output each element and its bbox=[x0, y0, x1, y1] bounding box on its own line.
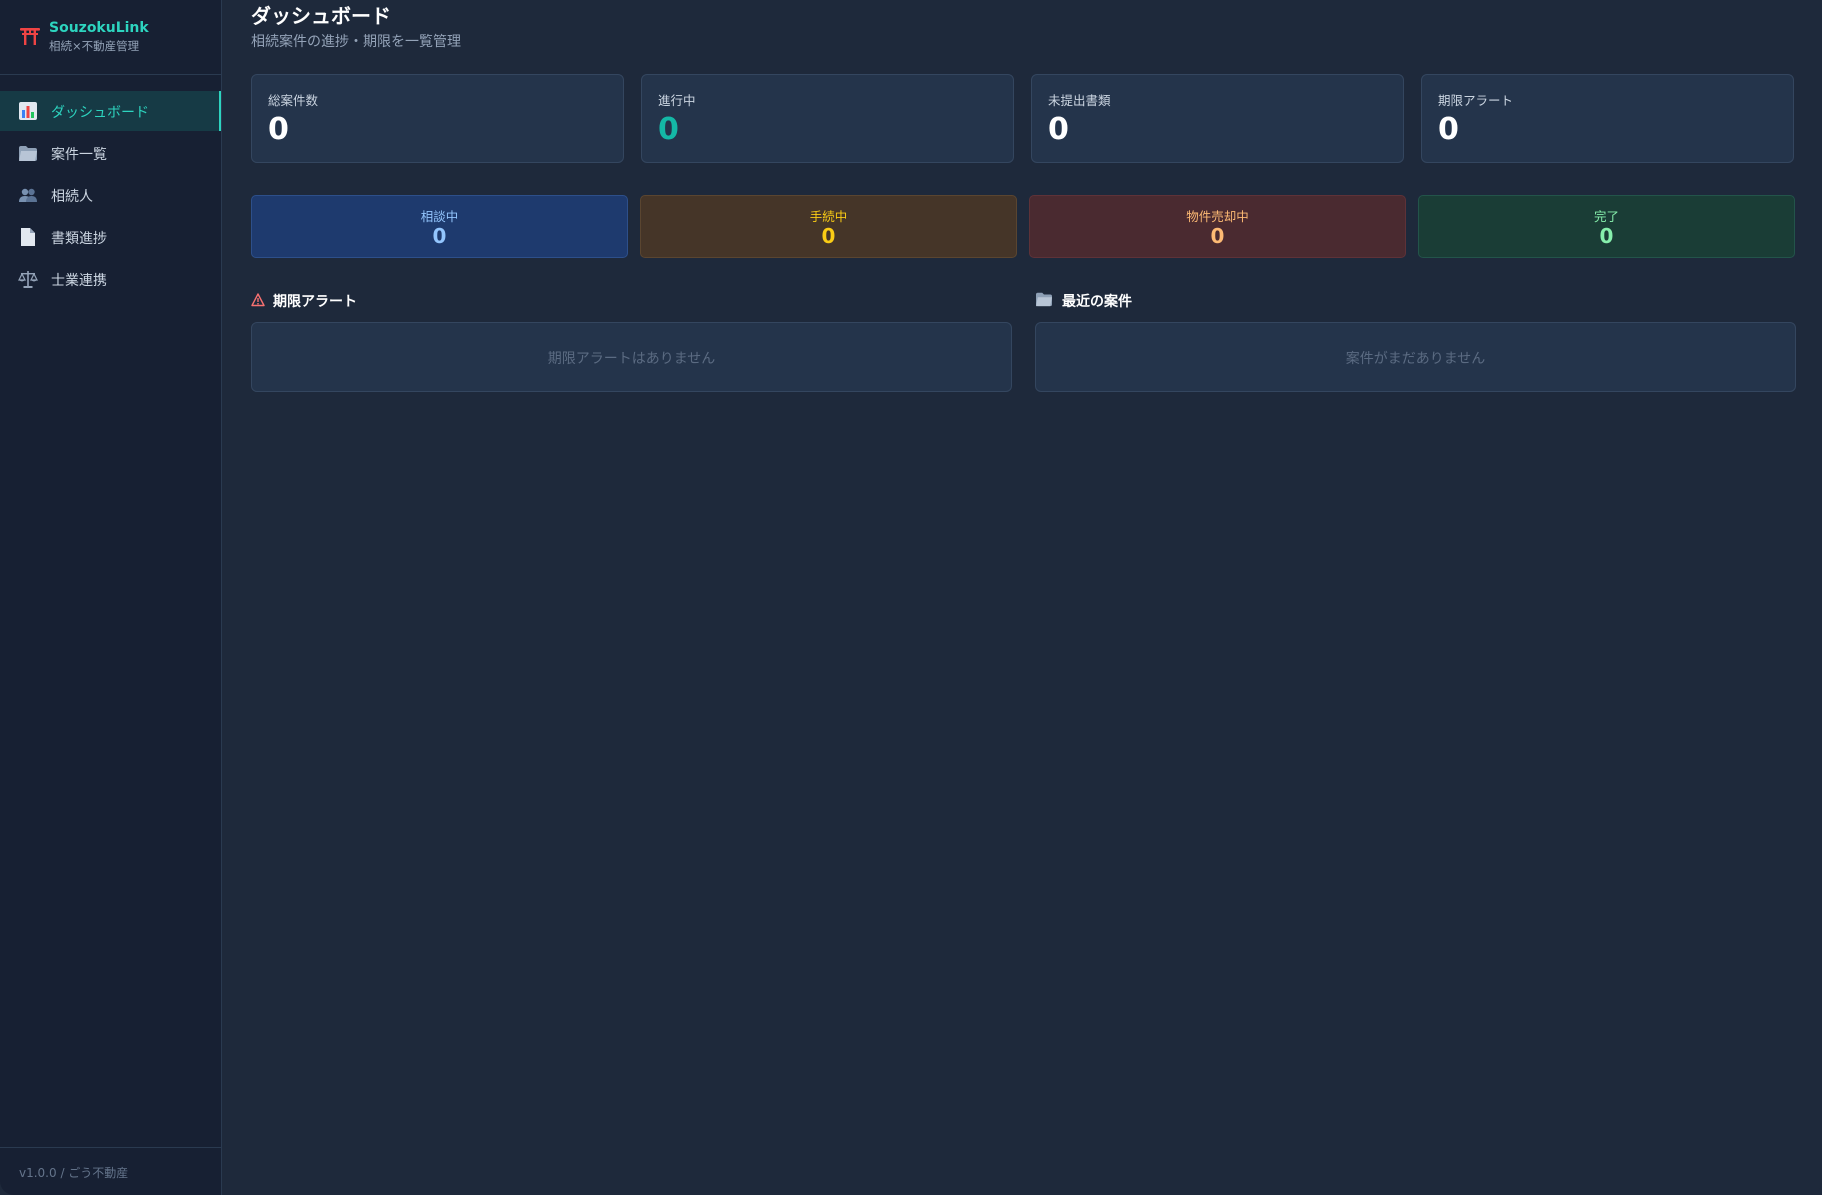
alerts-panel: 期限アラートはありません bbox=[251, 322, 1012, 392]
status-value: 0 bbox=[821, 224, 836, 248]
folder-icon bbox=[19, 146, 37, 161]
recent-empty-text: 案件がまだありません bbox=[1345, 351, 1486, 367]
stat-card-in-progress: 進行中 0 bbox=[641, 74, 1014, 163]
alerts-section-title: 期限アラート bbox=[273, 294, 357, 310]
status-label: 完了 bbox=[1593, 209, 1619, 224]
stat-value: 0 bbox=[1048, 112, 1069, 147]
status-card-consulting[interactable]: 相談中 0 bbox=[251, 195, 628, 258]
status-label: 相談中 bbox=[420, 209, 459, 224]
sidebar-item-documents[interactable]: 書類進捗 bbox=[0, 217, 221, 257]
sidebar-item-dashboard[interactable]: ダッシュボード bbox=[0, 91, 221, 131]
people-icon bbox=[19, 188, 37, 202]
stat-card-missing-documents: 未提出書類 0 bbox=[1031, 74, 1404, 163]
stat-value: 0 bbox=[658, 112, 679, 147]
bar-chart-icon bbox=[19, 102, 37, 120]
page-title: ダッシュボード bbox=[251, 4, 391, 28]
sidebar-item-heirs[interactable]: 相続人 bbox=[0, 175, 221, 215]
stat-label: 未提出書類 bbox=[1048, 93, 1111, 108]
stat-card-total-cases: 総案件数 0 bbox=[251, 74, 624, 163]
sidebar-item-label: ダッシュボード bbox=[51, 105, 149, 121]
page-subtitle: 相続案件の進捗・期限を一覧管理 bbox=[251, 34, 461, 50]
alerts-section-header: 期限アラート bbox=[251, 290, 551, 310]
recent-section-title: 最近の案件 bbox=[1062, 294, 1132, 310]
sidebar: SouzokuLink 相続×不動産管理 ダッシュボード 案件一覧 相続人 書類… bbox=[0, 0, 222, 1195]
status-card-selling-property[interactable]: 物件売却中 0 bbox=[1029, 195, 1406, 258]
alerts-empty-text: 期限アラートはありません bbox=[547, 351, 716, 367]
sidebar-item-cases[interactable]: 案件一覧 bbox=[0, 133, 221, 173]
brand-name: SouzokuLink bbox=[49, 20, 149, 36]
stat-label: 総案件数 bbox=[268, 93, 319, 108]
status-card-procedures[interactable]: 手続中 0 bbox=[640, 195, 1017, 258]
status-label: 手続中 bbox=[809, 209, 848, 224]
main-content: ダッシュボード 相続案件の進捗・期限を一覧管理 総案件数 0 進行中 0 未提出… bbox=[222, 0, 1822, 1195]
sidebar-item-label: 書類進捗 bbox=[51, 231, 107, 247]
stat-label: 期限アラート bbox=[1438, 93, 1514, 108]
status-label: 物件売却中 bbox=[1186, 209, 1249, 224]
recent-section-header: 最近の案件 bbox=[1035, 290, 1335, 310]
sidebar-item-professionals[interactable]: 士業連携 bbox=[0, 259, 221, 299]
sidebar-item-label: 相続人 bbox=[51, 189, 93, 205]
brand-subtitle: 相続×不動産管理 bbox=[49, 39, 140, 53]
brand[interactable]: SouzokuLink 相続×不動産管理 bbox=[0, 0, 221, 75]
recent-cases-panel: 案件がまだありません bbox=[1035, 322, 1796, 392]
app-window: SouzokuLink 相続×不動産管理 ダッシュボード 案件一覧 相続人 書類… bbox=[0, 0, 1822, 1195]
folder-icon bbox=[1036, 292, 1052, 307]
torii-gate-icon bbox=[20, 28, 40, 45]
sidebar-item-label: 士業連携 bbox=[51, 273, 107, 289]
scales-icon bbox=[18, 271, 38, 288]
stat-card-deadline-alerts: 期限アラート 0 bbox=[1421, 74, 1794, 163]
sidebar-item-label: 案件一覧 bbox=[51, 147, 107, 163]
status-card-completed[interactable]: 完了 0 bbox=[1418, 195, 1795, 258]
warning-icon bbox=[251, 293, 265, 307]
stat-label: 進行中 bbox=[658, 93, 696, 108]
status-value: 0 bbox=[432, 224, 447, 248]
version-text: v1.0.0 / ごう不動産 bbox=[19, 1166, 129, 1180]
status-value: 0 bbox=[1599, 224, 1614, 248]
status-value: 0 bbox=[1210, 224, 1225, 248]
document-icon bbox=[21, 228, 35, 246]
sidebar-nav: ダッシュボード 案件一覧 相続人 書類進捗 士業連携 bbox=[0, 91, 221, 301]
stat-value: 0 bbox=[1438, 112, 1459, 147]
sidebar-footer: v1.0.0 / ごう不動産 bbox=[0, 1147, 221, 1195]
stat-value: 0 bbox=[268, 112, 289, 147]
